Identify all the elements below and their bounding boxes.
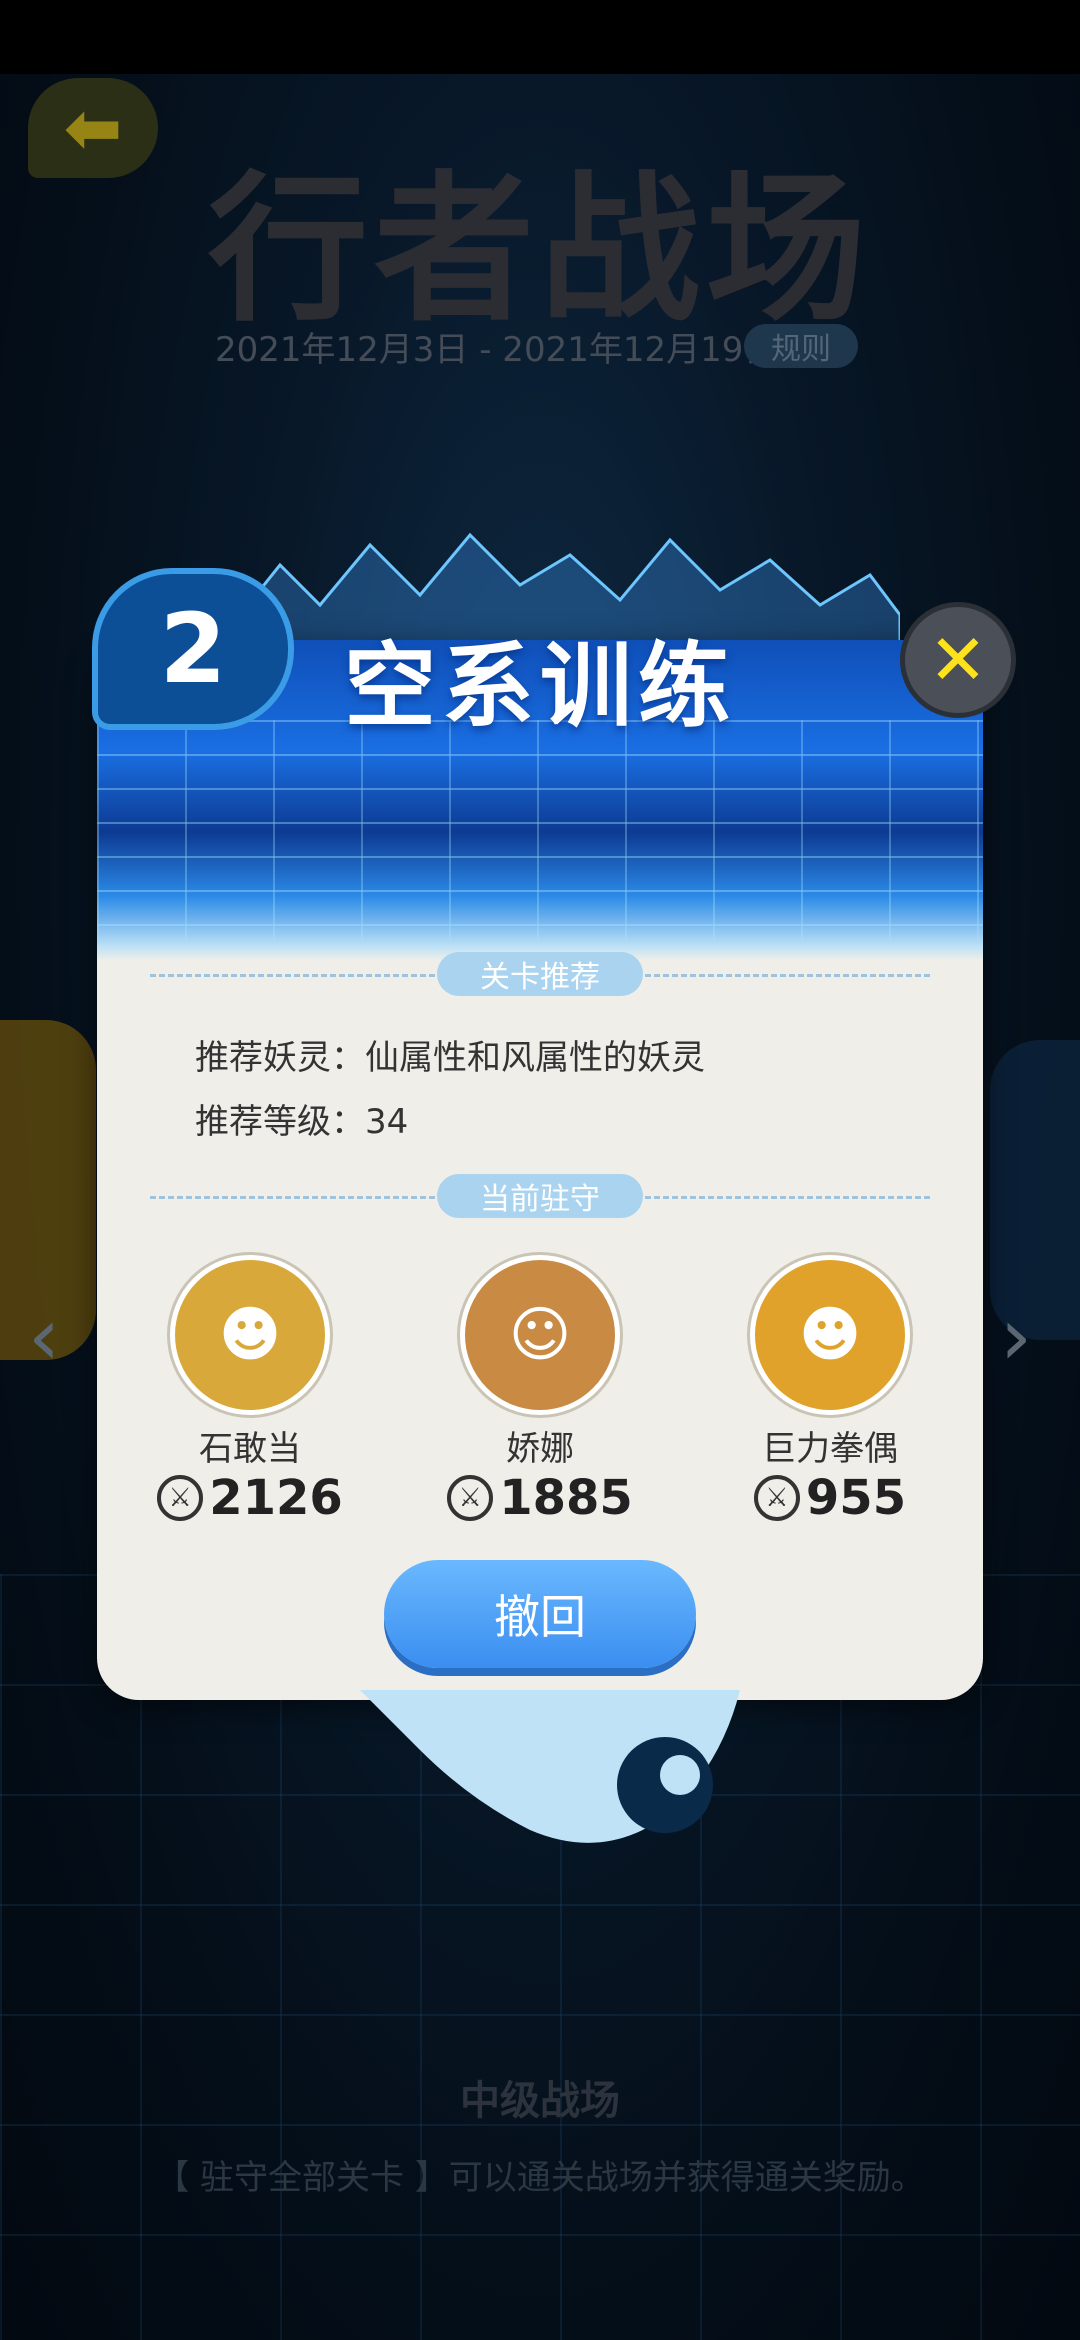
close-button[interactable]: ✕ [900, 602, 1016, 718]
guard-card[interactable]: ☻ 石敢当 ⚔ 2126 [130, 1255, 370, 1526]
guard-name: 巨力拳偶 [762, 1429, 898, 1469]
power-value: 1885 [499, 1470, 633, 1526]
guard-card[interactable]: ☺ 娇娜 ⚔ 1885 [420, 1255, 660, 1526]
recommend-spirit: 推荐妖灵：仙属性和风属性的妖灵 [195, 1038, 705, 1078]
stage-dialog [97, 640, 983, 1700]
section-guard-label: 当前驻守 [437, 1174, 643, 1218]
power-value: 955 [805, 1470, 907, 1526]
guard-card[interactable]: ☻ 巨力拳偶 ⚔ 955 [710, 1255, 950, 1526]
power-value: 2126 [209, 1470, 343, 1526]
guard-name: 娇娜 [506, 1429, 574, 1469]
avatar: ☻ [170, 1255, 330, 1415]
sword-icon: ⚔ [753, 1475, 800, 1521]
guard-power: ⚔ 2126 [130, 1470, 370, 1526]
avatar: ☺ [460, 1255, 620, 1415]
guard-power: ⚔ 1885 [420, 1470, 660, 1526]
level-badge: 2 [92, 568, 294, 730]
avatar: ☻ [750, 1255, 910, 1415]
sword-icon: ⚔ [447, 1475, 494, 1521]
guard-power: ⚔ 955 [710, 1470, 950, 1526]
section-recommend-label: 关卡推荐 [437, 952, 643, 996]
guard-name: 石敢当 [199, 1429, 301, 1469]
sword-icon: ⚔ [157, 1475, 204, 1521]
dialog-tail-decoration [360, 1690, 740, 1843]
header-grid [97, 720, 983, 940]
withdraw-button[interactable]: 撤回 [384, 1560, 696, 1668]
dialog-title: 空系训练 [343, 633, 736, 740]
close-icon: ✕ [928, 619, 988, 701]
status-bar [0, 0, 1080, 74]
recommend-level: 推荐等级：34 [195, 1102, 409, 1142]
